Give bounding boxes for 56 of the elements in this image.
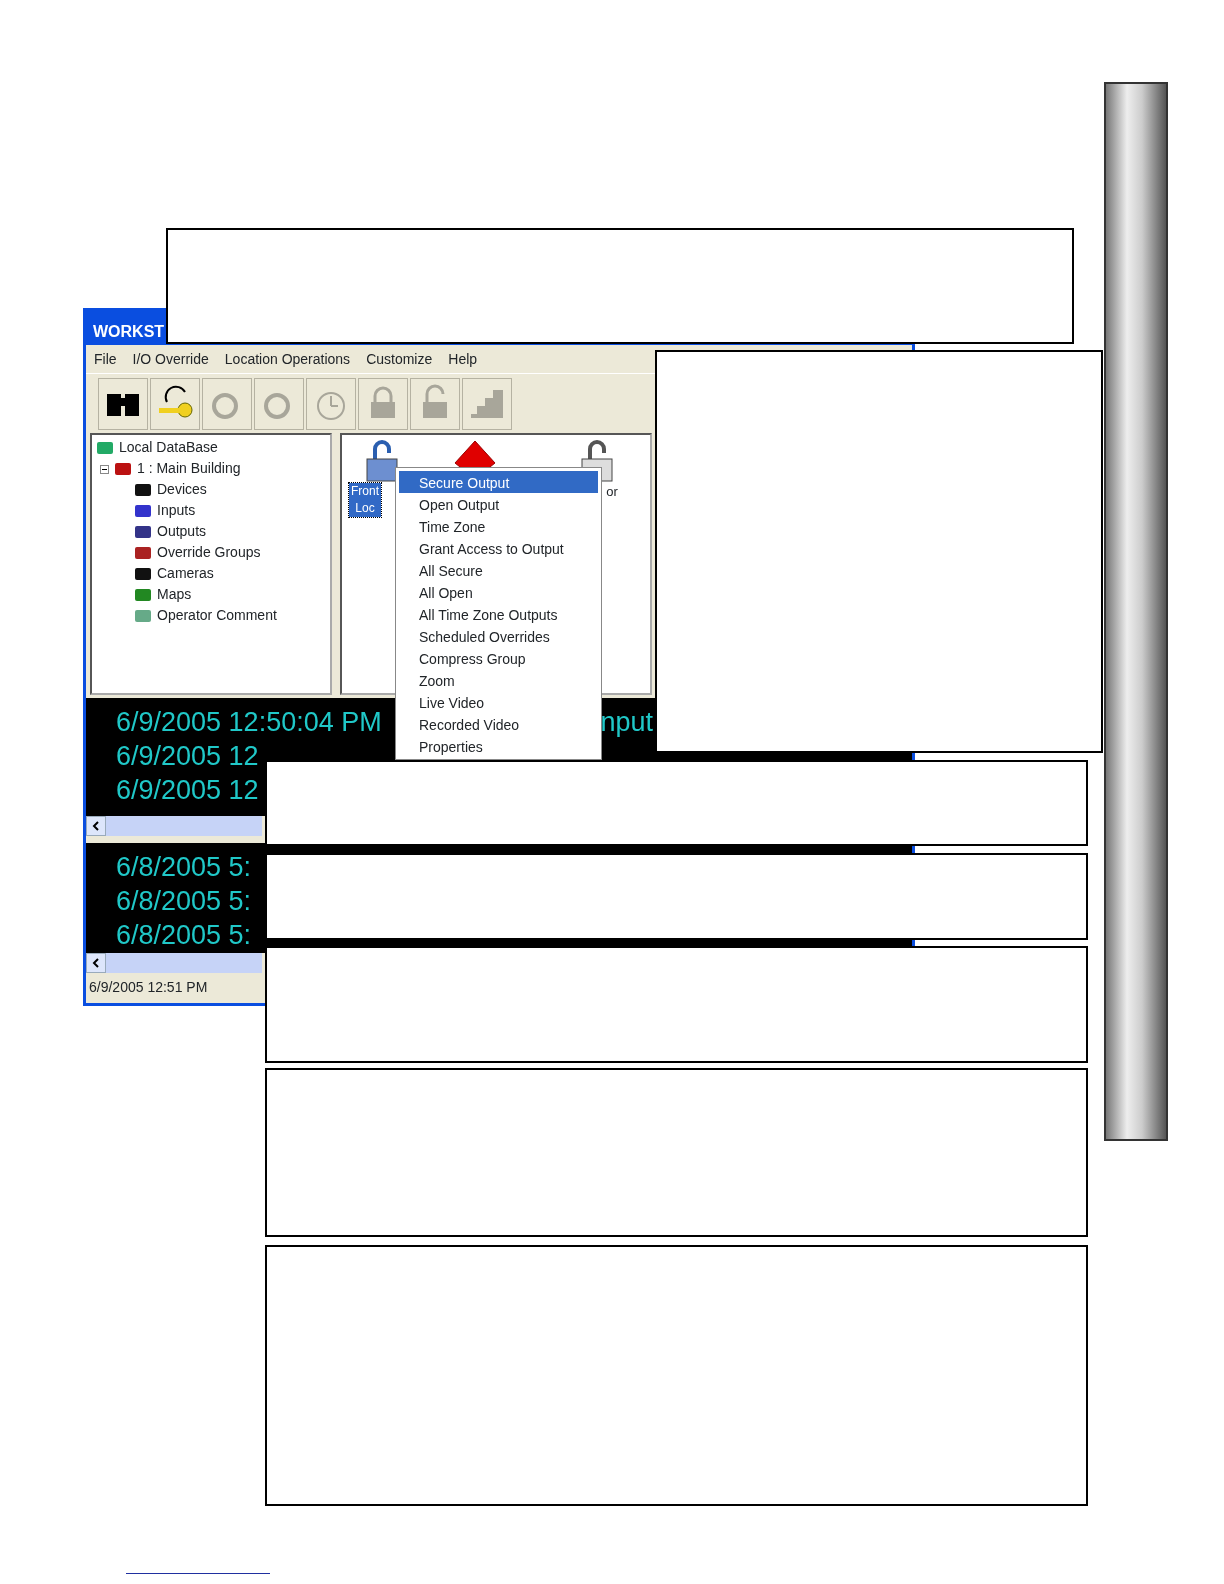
scrollbar[interactable]	[86, 816, 262, 836]
menu-item[interactable]: Grant Access to Output	[399, 537, 598, 559]
menu-item[interactable]: File	[94, 349, 117, 369]
menu-item[interactable]: Time Zone	[399, 515, 598, 537]
menu-item[interactable]: Help	[448, 349, 478, 369]
tree-item[interactable]: Override Groups	[157, 542, 261, 563]
menu-item[interactable]: Secure Output	[399, 471, 598, 493]
menu-item[interactable]: Scheduled Overrides	[399, 625, 598, 647]
log-time: 6/8/2005 5:	[116, 919, 252, 949]
scrollbar[interactable]	[86, 953, 262, 973]
scroll-left-button[interactable]	[86, 953, 106, 973]
menu-item[interactable]: All Time Zone Outputs	[399, 603, 598, 625]
scroll-left-button[interactable]	[86, 816, 106, 836]
log-time: 6/8/2005 5:	[116, 885, 252, 915]
log-time: 6/9/2005 12	[116, 740, 259, 770]
tree-item[interactable]: Local DataBase	[119, 437, 218, 458]
log-time: 6/9/2005 12	[116, 774, 259, 804]
menu-item[interactable]: Compress Group	[399, 647, 598, 669]
tree-node-icon	[134, 608, 152, 625]
tree-item[interactable]: Maps	[157, 584, 192, 605]
output-label[interactable]: Front Loc	[349, 483, 381, 517]
menu-item[interactable]: Recorded Video	[399, 713, 598, 735]
menu-item[interactable]: Live Video	[399, 691, 598, 713]
menu-item[interactable]: Properties	[399, 735, 598, 757]
tree-node-icon	[134, 566, 152, 583]
menu-item[interactable]: Location Operations	[224, 349, 351, 369]
tree-item[interactable]: Cameras	[157, 563, 214, 584]
chevron-left-icon	[92, 821, 100, 831]
menu-item[interactable]: All Open	[399, 581, 598, 603]
menu-item[interactable]: Zoom	[399, 669, 598, 691]
log-time: 6/9/2005 12:50:04 PM	[116, 706, 382, 736]
tree-item[interactable]: Outputs	[157, 521, 207, 542]
tree-item[interactable]: Inputs	[157, 500, 196, 521]
status-text: 6/9/2005 12:51 PM	[89, 979, 208, 995]
tree-node-icon	[96, 440, 114, 457]
chevron-left-icon	[92, 958, 100, 968]
tree-node-icon	[134, 524, 152, 541]
log-time: 6/8/2005 5:	[116, 851, 252, 881]
menu-item[interactable]: I/O Override	[132, 349, 209, 369]
toolbar-button[interactable]	[98, 378, 148, 430]
menu-item[interactable]: Open Output	[399, 493, 598, 515]
padlock-icon	[365, 439, 399, 483]
tree-node-icon	[114, 461, 132, 478]
tree-node-icon	[134, 587, 152, 604]
toolbar-button[interactable]	[150, 378, 200, 430]
tree-node-icon	[134, 482, 152, 499]
output-label[interactable]: or	[604, 483, 620, 500]
tree-node-icon	[134, 545, 152, 562]
window-title: WORKST	[93, 322, 165, 342]
tree-item[interactable]: 1 : Main Building	[137, 458, 241, 479]
tree-node-icon	[134, 503, 152, 520]
tree-item[interactable]: Operator Comment	[157, 605, 277, 626]
log-text: nput	[600, 706, 653, 736]
tree-item[interactable]: Devices	[157, 479, 207, 500]
menu-item[interactable]: Customize	[366, 349, 433, 369]
menu-item[interactable]: All Secure	[399, 559, 598, 581]
